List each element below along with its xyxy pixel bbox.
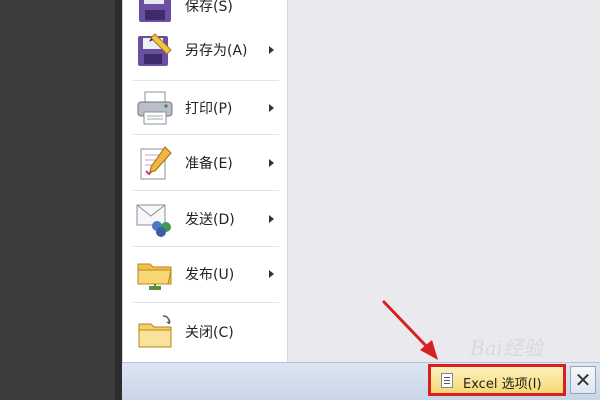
menu-item-label: 打印(P) [185, 101, 233, 117]
menu-item-send[interactable]: 发送(D) [123, 193, 289, 245]
save-as-icon [135, 30, 175, 70]
excel-options-label: Excel 选项(I) [463, 377, 542, 392]
menu-item-label: 保存(S) [185, 0, 233, 15]
prepare-document-icon [135, 143, 175, 183]
menu-separator [133, 134, 279, 135]
menu-item-print[interactable]: 打印(P) [123, 82, 289, 134]
save-icon [135, 0, 175, 26]
menu-item-publish[interactable]: 发布(U) [123, 248, 289, 300]
submenu-arrow-icon [269, 159, 274, 167]
menu-item-label: 发布(U) [185, 267, 235, 283]
annotation-arrow-icon [382, 300, 438, 360]
menu-separator [133, 80, 279, 81]
menu-separator [133, 246, 279, 247]
close-icon: ✕ [574, 368, 592, 392]
submenu-arrow-icon [269, 215, 274, 223]
exit-button[interactable]: ✕ [570, 366, 596, 394]
excel-options-button[interactable]: Excel 选项(I) [428, 364, 566, 396]
office-menu: 保存(S) 另存为(A) 打印(P) 准备(E) 发送(D) 发布(U) 关闭(… [122, 0, 288, 362]
menu-item-label: 准备(E) [185, 156, 233, 172]
menu-item-label: 关闭(C) [185, 325, 234, 341]
left-background-panel [0, 0, 122, 400]
publish-folder-icon [135, 254, 175, 294]
printer-icon [135, 88, 175, 128]
options-document-icon [441, 373, 453, 388]
menu-item-save-as[interactable]: 另存为(A) [123, 24, 289, 76]
watermark-text: Bai经验 [470, 336, 544, 360]
send-icon [135, 199, 175, 239]
baidu-watermark: Bai经验 [470, 330, 570, 360]
menu-separator [133, 302, 279, 303]
close-folder-icon [135, 312, 175, 352]
submenu-arrow-icon [269, 104, 274, 112]
menu-item-prepare[interactable]: 准备(E) [123, 137, 289, 189]
submenu-arrow-icon [269, 270, 274, 278]
menu-separator [133, 190, 279, 191]
menu-item-close[interactable]: 关闭(C) [123, 306, 289, 358]
submenu-arrow-icon [269, 46, 274, 54]
menu-item-label: 另存为(A) [185, 43, 248, 59]
panel-divider [115, 0, 122, 400]
menu-item-label: 发送(D) [185, 212, 235, 228]
